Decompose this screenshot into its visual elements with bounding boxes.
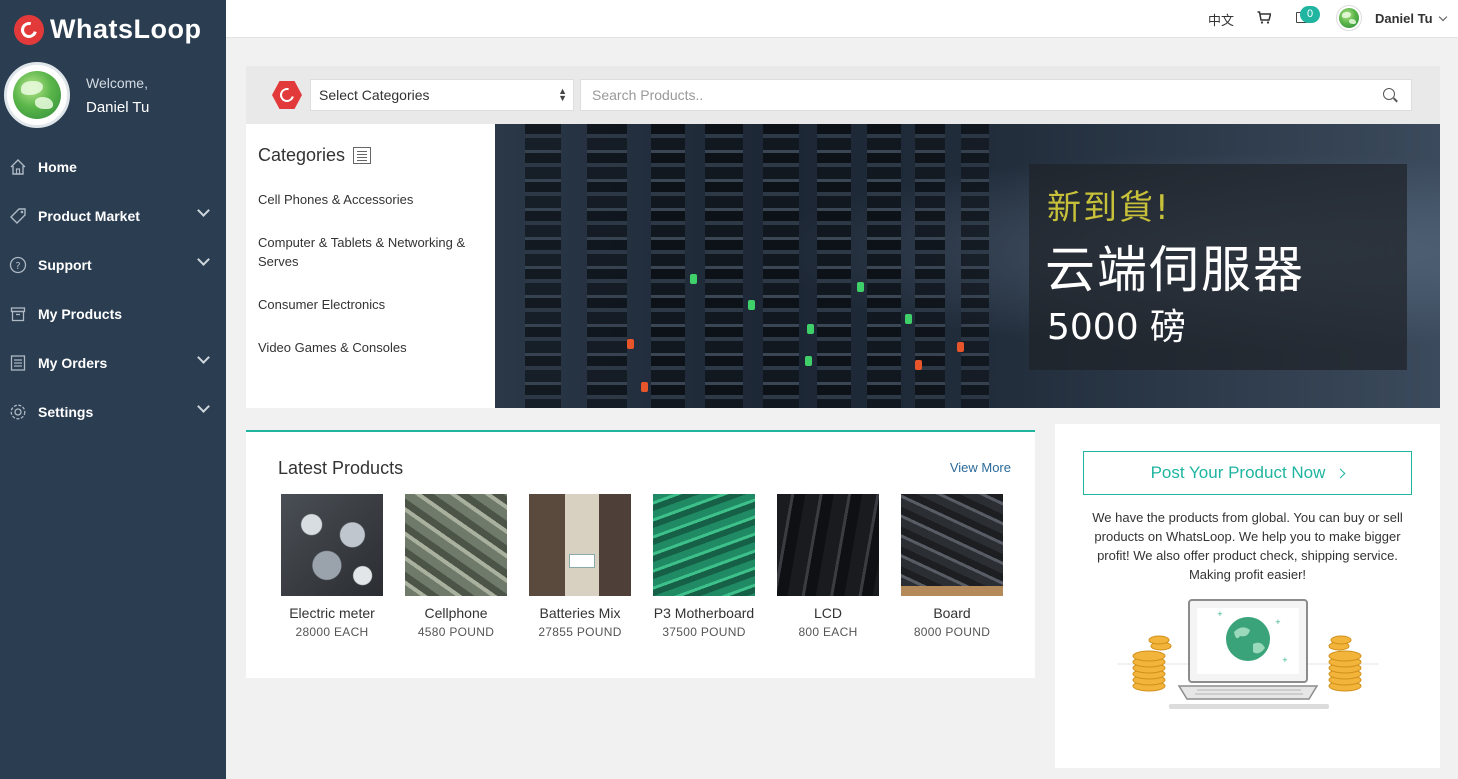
select-arrows-icon: ▲ ▼ — [558, 86, 567, 103]
sidebar: WhatsLoop Welcome, Daniel Tu Home Produc… — [0, 0, 226, 779]
product-name: Batteries Mix — [539, 605, 621, 621]
product-card[interactable]: LCD 800 EACH — [766, 494, 890, 639]
tag-icon — [8, 206, 28, 226]
product-image[interactable] — [901, 494, 1003, 596]
category-item[interactable]: Video Games & Consoles — [258, 338, 486, 357]
svg-text:+: + — [1275, 618, 1281, 626]
category-item[interactable]: Cell Phones & Accessories — [258, 190, 486, 209]
category-select[interactable]: Select Categories ▲ ▼ — [310, 79, 574, 111]
categories-panel: Categories Cell Phones & Accessories Com… — [246, 124, 495, 408]
product-card[interactable]: Electric meter 28000 EACH — [270, 494, 394, 639]
laptop-coins-illustration: + + + — [1117, 599, 1379, 709]
product-name: Board — [933, 605, 971, 621]
search-placeholder: Search Products.. — [592, 87, 704, 103]
sidebar-item-label: My Orders — [38, 354, 108, 371]
product-image[interactable] — [405, 494, 507, 596]
product-name: LCD — [813, 605, 842, 621]
product-name: Electric meter — [289, 605, 375, 621]
product-price: 28000 EACH — [295, 625, 369, 639]
search-icon[interactable] — [1383, 88, 1395, 100]
sidebar-item-label: Product Market — [38, 207, 140, 224]
user-name: Daniel Tu — [86, 98, 150, 116]
category-item[interactable]: Consumer Electronics — [258, 295, 486, 314]
latest-products-title: Latest Products — [278, 458, 404, 478]
banner-line-2: 云端伺服器 — [1045, 241, 1305, 299]
banner-line-3: 5000 磅 — [1047, 307, 1187, 348]
box-icon — [8, 304, 28, 324]
avatar[interactable] — [1336, 5, 1362, 31]
list-icon[interactable] — [353, 147, 372, 164]
product-price: 800 EACH — [798, 625, 858, 639]
app-name: WhatsLoop — [50, 14, 202, 44]
sidebar-item-product-market[interactable]: Product Market — [0, 191, 226, 240]
product-card[interactable]: Cellphone 4580 POUND — [394, 494, 518, 639]
sidebar-item-label: Support — [38, 256, 92, 273]
product-price: 37500 POUND — [662, 625, 746, 639]
chevron-down-icon[interactable] — [197, 400, 210, 413]
sidebar-item-settings[interactable]: Settings — [0, 387, 226, 436]
app-logo[interactable]: WhatsLoop — [14, 14, 201, 45]
welcome-text: Welcome, — [86, 74, 148, 91]
categories-title: Categories — [258, 145, 346, 165]
product-card[interactable]: Board 8000 POUND — [890, 494, 1014, 639]
product-name: P3 Motherboard — [653, 605, 755, 621]
list-icon — [8, 353, 28, 373]
product-image[interactable] — [529, 494, 631, 596]
search-bar: Select Categories ▲ ▼ Search Products.. — [246, 66, 1440, 124]
category-item[interactable]: Computer & Tablets & Networking & Serves — [258, 233, 486, 271]
chevron-down-icon[interactable] — [197, 351, 210, 364]
product-card[interactable]: Batteries Mix 27855 POUND — [518, 494, 642, 639]
banner-caption: 新到貨! 云端伺服器 5000 磅 — [1029, 164, 1407, 370]
help-icon: ? — [8, 255, 28, 275]
chevron-down-icon[interactable] — [1438, 12, 1448, 22]
post-description: We have the products from global. You ca… — [1092, 510, 1403, 582]
chevron-down-icon[interactable] — [197, 253, 210, 266]
search-input[interactable]: Search Products.. — [580, 79, 1412, 111]
sidebar-item-my-orders[interactable]: My Orders — [0, 338, 226, 387]
product-price: 4580 POUND — [417, 625, 495, 639]
chevron-down-icon[interactable] — [197, 204, 210, 217]
product-price: 27855 POUND — [538, 625, 622, 639]
product-price: 8000 POUND — [913, 625, 991, 639]
svg-text:?: ? — [15, 261, 20, 272]
avatar[interactable] — [4, 62, 70, 128]
sidebar-item-label: My Products — [38, 305, 123, 322]
category-select-value: Select Categories — [319, 87, 430, 103]
product-image[interactable] — [281, 494, 383, 596]
cart-icon[interactable] — [1257, 11, 1272, 29]
sidebar-item-home[interactable]: Home — [0, 142, 226, 191]
view-more-link[interactable]: View More — [950, 460, 1011, 475]
language-switch[interactable]: 中文 — [1208, 10, 1234, 29]
product-name: Cellphone — [424, 605, 488, 621]
post-product-button[interactable]: Post Your Product Now — [1083, 451, 1412, 495]
home-icon — [8, 157, 28, 177]
post-product-panel: Post Your Product Now We have the produc… — [1055, 424, 1440, 768]
logo-icon — [14, 14, 44, 45]
gear-icon — [8, 402, 28, 422]
svg-text:+: + — [1217, 610, 1223, 618]
latest-products-panel: Latest Products View More Electric meter… — [246, 430, 1035, 678]
user-profile: Welcome, Daniel Tu — [4, 62, 149, 128]
sidebar-nav: Home Product Market ? Support My Product… — [0, 142, 226, 436]
sidebar-item-my-products[interactable]: My Products — [0, 289, 226, 338]
top-bar: 中文 0 Daniel Tu — [226, 0, 1458, 38]
product-image[interactable] — [777, 494, 879, 596]
sidebar-item-label: Settings — [38, 403, 94, 420]
sidebar-item-support[interactable]: ? Support — [0, 240, 226, 289]
mail-count-badge: 0 — [1300, 6, 1320, 23]
product-image[interactable] — [653, 494, 755, 596]
sidebar-item-label: Home — [38, 158, 77, 175]
brand-icon — [272, 81, 302, 109]
post-product-label: Post Your Product Now — [1150, 463, 1326, 482]
chevron-right-icon — [1335, 468, 1346, 478]
promo-banner[interactable]: 新到貨! 云端伺服器 5000 磅 — [495, 124, 1440, 408]
banner-line-1: 新到貨! — [1047, 188, 1171, 228]
product-card[interactable]: P3 Motherboard 37500 POUND — [642, 494, 766, 639]
user-menu[interactable]: Daniel Tu — [1375, 11, 1433, 26]
svg-text:+: + — [1282, 656, 1288, 664]
